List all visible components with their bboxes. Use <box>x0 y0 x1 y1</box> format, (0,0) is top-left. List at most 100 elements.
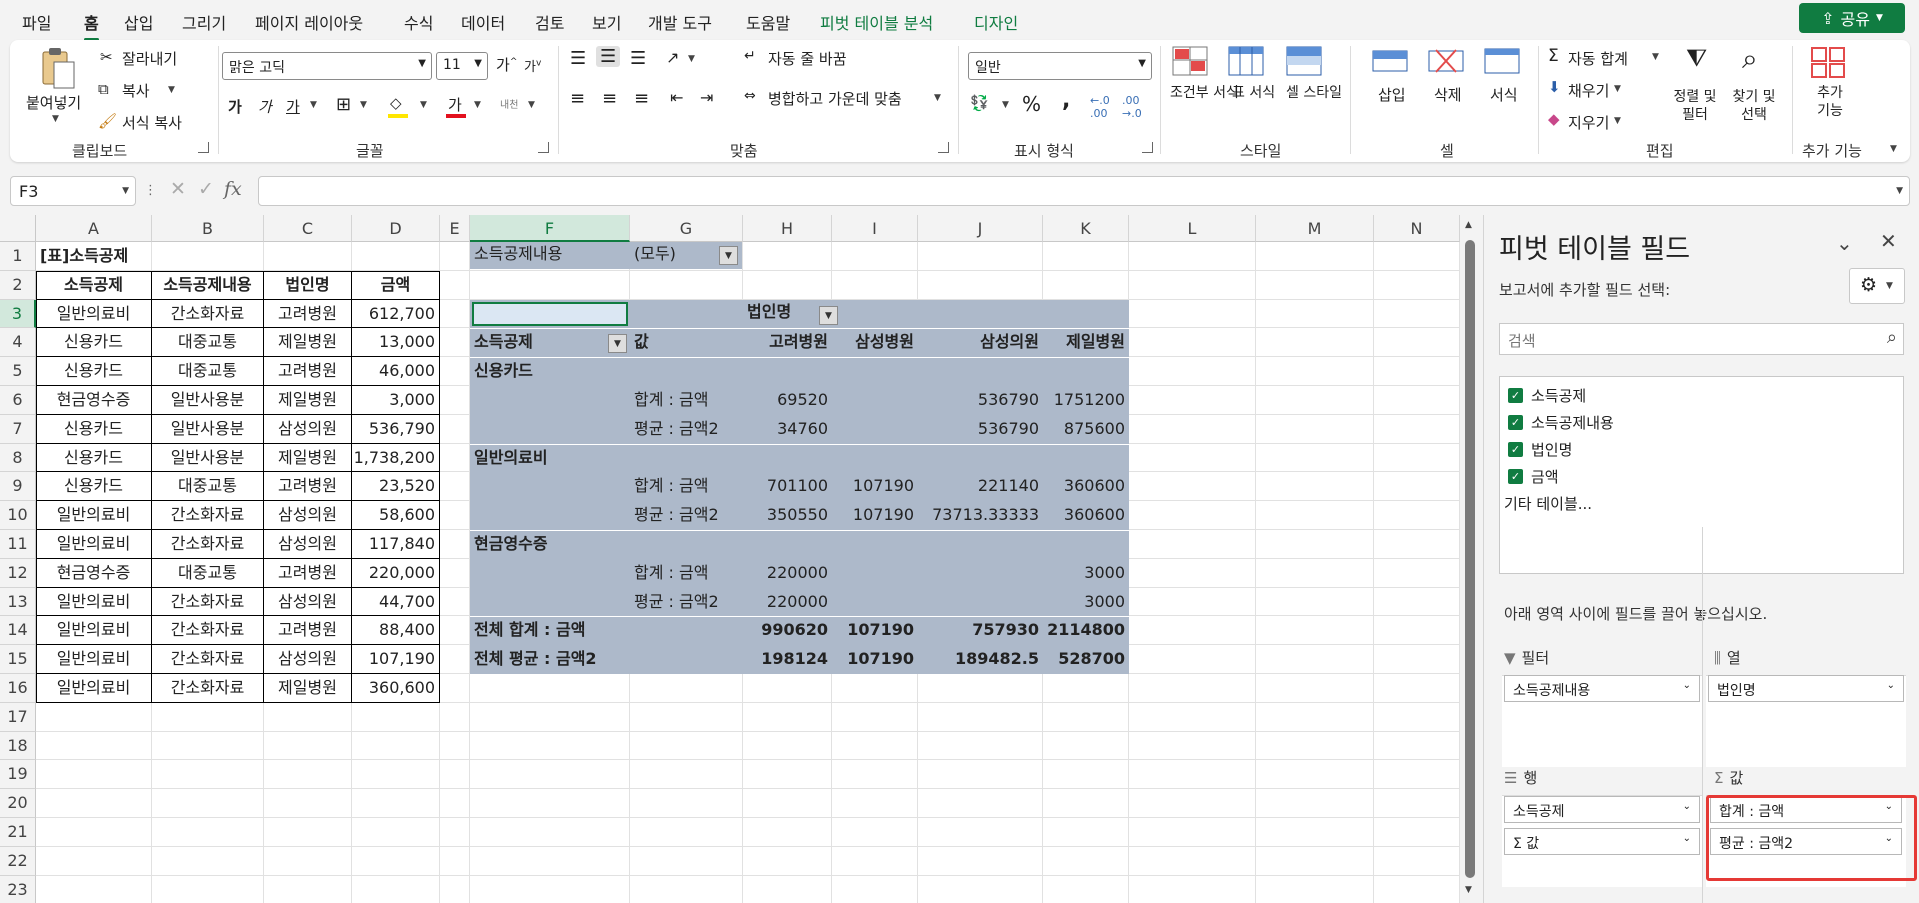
column-header[interactable]: L <box>1129 215 1256 242</box>
row-header[interactable]: 13 <box>0 587 36 617</box>
chevron-down-icon[interactable]: ▼ <box>1002 100 1009 110</box>
currency-icon[interactable]: 💱 <box>970 94 989 112</box>
select-all-corner[interactable] <box>0 215 36 242</box>
chevron-down-icon[interactable]: ▼ <box>528 100 535 110</box>
wrap-text-icon[interactable]: ↵ <box>744 48 756 64</box>
align-left-icon[interactable]: ≡ <box>570 88 585 109</box>
font-color-button[interactable]: 가 <box>448 94 462 115</box>
tab-draw[interactable]: 그리기 <box>182 10 226 34</box>
chevron-down-icon[interactable]: ▼ <box>1614 84 1621 94</box>
merge-center-icon[interactable]: ⇔ <box>744 88 756 104</box>
merge-center-button[interactable]: 병합하고 가운데 맞춤 <box>768 88 902 109</box>
checkbox-checked-icon[interactable]: ✓ <box>1508 388 1523 403</box>
close-icon[interactable]: ✕ <box>1880 229 1897 253</box>
column-header[interactable]: H <box>743 215 832 242</box>
dialog-launcher-icon[interactable] <box>538 142 549 153</box>
number-format-select[interactable]: 일반 ▼ <box>968 52 1152 80</box>
checkbox-checked-icon[interactable]: ✓ <box>1508 442 1523 457</box>
borders-icon[interactable]: ⊞ <box>336 94 351 115</box>
share-button[interactable]: ⇪ 공유 ▼ <box>1799 3 1905 33</box>
row-header[interactable]: 15 <box>0 645 36 674</box>
tab-developer[interactable]: 개발 도구 <box>648 10 712 34</box>
field-search-input[interactable]: 검색 ⌕ <box>1499 323 1904 355</box>
insert-cells-icon[interactable] <box>1372 46 1408 76</box>
cell-styles-icon[interactable] <box>1286 46 1322 76</box>
copy-button[interactable]: 복사 <box>122 80 150 101</box>
autosum-button[interactable]: 자동 합계 <box>1568 48 1628 69</box>
checkbox-checked-icon[interactable]: ✓ <box>1508 469 1523 484</box>
font-name-select[interactable]: 맑은 고딕 ▼ <box>222 52 432 80</box>
row-header[interactable]: 21 <box>0 818 36 847</box>
column-header[interactable]: E <box>440 215 470 242</box>
format-table-icon[interactable] <box>1228 46 1264 76</box>
column-header[interactable]: A <box>36 215 152 242</box>
column-filter-dropdown-icon[interactable]: ▼ <box>819 305 838 325</box>
field-item[interactable]: ✓ 소득공제내용 <box>1508 412 1614 433</box>
column-header[interactable]: C <box>264 215 352 242</box>
increase-decimal-icon[interactable]: ←.0.00 <box>1090 94 1110 120</box>
row-header[interactable]: 22 <box>0 846 36 876</box>
cancel-icon[interactable]: ✕ <box>170 178 186 200</box>
cell-styles-button[interactable]: 셀 스타일 <box>1286 84 1342 102</box>
column-header[interactable]: J <box>918 215 1043 242</box>
row-header[interactable]: 7 <box>0 414 36 444</box>
addins-icon[interactable] <box>1810 46 1846 78</box>
row-header[interactable]: 1 <box>0 242 36 271</box>
paste-icon[interactable] <box>40 46 76 90</box>
cut-button[interactable]: 잘라내기 <box>122 48 177 69</box>
align-top-icon[interactable]: ☰ <box>570 48 586 69</box>
tab-page-layout[interactable]: 페이지 레이아웃 <box>255 10 363 34</box>
row-header[interactable]: 3 <box>0 299 36 329</box>
sort-filter-button[interactable]: 정렬 및 필터 <box>1670 88 1720 124</box>
collapse-ribbon-icon[interactable]: ▼ <box>1890 144 1897 154</box>
orientation-icon[interactable]: ↗ <box>666 48 679 67</box>
field-item[interactable]: ✓ 법인명 <box>1508 439 1572 460</box>
find-select-button[interactable]: 찾기 및 선택 <box>1726 88 1782 124</box>
pane-settings-button[interactable]: ⚙ ▼ <box>1849 268 1905 304</box>
sort-filter-icon[interactable]: ⧨ <box>1686 44 1707 72</box>
insert-cells-button[interactable]: 삽입 <box>1378 84 1406 105</box>
column-header[interactable]: N <box>1374 215 1460 242</box>
scroll-up-icon[interactable]: ▲ <box>1465 220 1472 230</box>
row-header[interactable]: 23 <box>0 875 36 903</box>
row-header[interactable]: 6 <box>0 386 36 415</box>
formula-input[interactable]: ▼ <box>258 176 1910 206</box>
field-item[interactable]: ✓ 금액 <box>1508 466 1559 487</box>
italic-button[interactable]: 가 <box>258 96 272 117</box>
enter-icon[interactable]: ✓ <box>198 178 214 200</box>
fill-button[interactable]: 채우기 <box>1568 80 1609 101</box>
row-header[interactable]: 17 <box>0 702 36 732</box>
font-grow-button[interactable]: 가^ <box>496 54 517 75</box>
dialog-launcher-icon[interactable] <box>198 142 209 153</box>
insert-function-button[interactable]: fx <box>224 178 242 200</box>
pivot-group-label[interactable]: 현금영수증 <box>474 530 548 558</box>
row-field-pill[interactable]: Σ 값 ⌄ <box>1504 828 1700 855</box>
chevron-down-icon[interactable]: ⌄ <box>1836 231 1853 255</box>
row-header[interactable]: 2 <box>0 270 36 300</box>
scrollbar-thumb[interactable] <box>1465 240 1475 878</box>
wrap-text-button[interactable]: 자동 줄 바꿈 <box>768 48 847 69</box>
align-center-icon[interactable]: ≡ <box>602 88 617 109</box>
paste-button[interactable]: 붙여넣기 <box>26 92 81 113</box>
comma-button[interactable]: , <box>1062 88 1070 113</box>
tab-file[interactable]: 파일 <box>22 10 51 34</box>
addins-button[interactable]: 추가 기능 <box>1810 84 1850 120</box>
copy-icon[interactable]: ⧉ <box>98 80 109 98</box>
underline-button[interactable]: 가 <box>286 96 300 117</box>
column-header[interactable]: F <box>470 215 630 242</box>
format-painter-button[interactable]: 서식 복사 <box>122 112 182 133</box>
field-item[interactable]: ✓ 소득공제 <box>1508 385 1586 406</box>
format-cells-icon[interactable] <box>1484 46 1520 76</box>
row-header[interactable]: 10 <box>0 501 36 530</box>
row-header[interactable]: 12 <box>0 558 36 588</box>
fill-color-icon[interactable]: ◇ <box>390 94 402 112</box>
bold-button[interactable]: 가 <box>228 96 242 117</box>
chevron-down-icon[interactable]: ▼ <box>934 93 941 103</box>
format-table-button[interactable]: 표 서식 <box>1232 84 1275 102</box>
filter-field-pill[interactable]: 소득공제내용 ⌄ <box>1504 675 1700 702</box>
tab-view[interactable]: 보기 <box>592 10 621 34</box>
font-shrink-button[interactable]: 가v <box>524 56 541 75</box>
increase-indent-icon[interactable]: ⇥ <box>700 88 713 107</box>
phonetic-button[interactable]: 내천 <box>500 96 518 111</box>
tab-review[interactable]: 검토 <box>535 10 564 34</box>
